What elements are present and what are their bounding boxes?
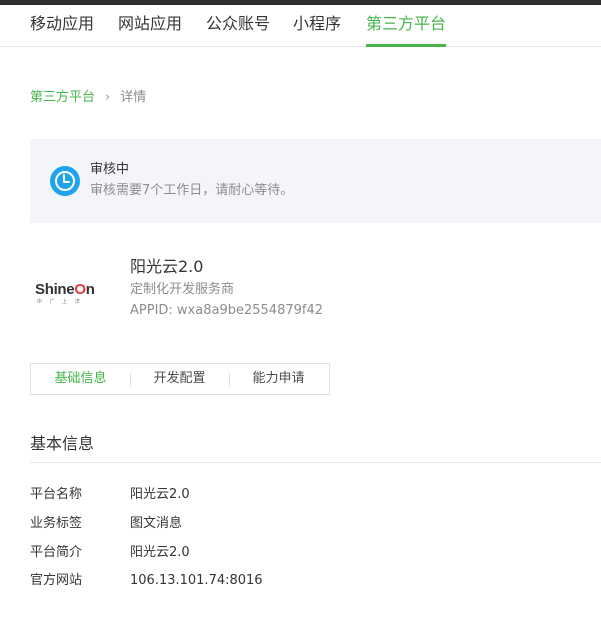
info-label: 平台名称: [30, 487, 83, 502]
tab-basic-info[interactable]: 基础信息: [31, 364, 130, 394]
info-value: 阳光云2.0: [130, 487, 190, 502]
category-nav: 移动应用 网站应用 公众账号 小程序 第三方平台: [0, 5, 601, 47]
nav-tab-third-party-platforms[interactable]: 第三方平台: [366, 5, 447, 47]
svg-text:中 广 上 洋: 中 广 上 洋: [37, 298, 83, 305]
tab-dev-config[interactable]: 开发配置: [130, 364, 229, 394]
app-type: 定制化开发服务商: [130, 282, 235, 297]
info-label: 平台简介: [30, 545, 83, 560]
breadcrumb-current: 详情: [120, 90, 147, 105]
breadcrumb: 第三方平台 › 详情: [30, 89, 146, 107]
tab-capability-apply[interactable]: 能力申请: [229, 364, 328, 394]
platform-logo: ShineOn 中 广 上 洋: [34, 278, 108, 306]
review-status-notice: 审核中 审核需要7个工作日，请耐心等待。: [30, 139, 601, 223]
clock-icon: [50, 166, 80, 196]
app-name: 阳光云2.0: [130, 257, 204, 276]
info-label: 业务标签: [30, 516, 83, 531]
notice-description: 审核需要7个工作日，请耐心等待。: [90, 183, 294, 198]
info-value: 106.13.101.74:8016: [130, 573, 263, 588]
nav-tab-website-apps[interactable]: 网站应用: [118, 5, 182, 46]
breadcrumb-parent-link[interactable]: 第三方平台: [30, 90, 95, 105]
section-title: 基本信息: [30, 434, 95, 453]
nav-tab-mobile-apps[interactable]: 移动应用: [30, 5, 94, 46]
detail-tabs: 基础信息 开发配置 能力申请: [30, 363, 330, 395]
notice-title: 审核中: [90, 162, 130, 177]
nav-tab-mini-programs[interactable]: 小程序: [293, 5, 341, 46]
section-divider: [30, 462, 601, 463]
info-value: 图文消息: [130, 516, 183, 531]
info-label: 官方网站: [30, 573, 83, 588]
app-appid: APPID: wxa8a9be2554879f42: [130, 303, 323, 318]
breadcrumb-separator-icon: ›: [105, 90, 111, 105]
nav-tab-official-accounts[interactable]: 公众账号: [206, 5, 270, 46]
svg-text:ShineOn: ShineOn: [35, 281, 95, 298]
info-value: 阳光云2.0: [130, 545, 190, 560]
